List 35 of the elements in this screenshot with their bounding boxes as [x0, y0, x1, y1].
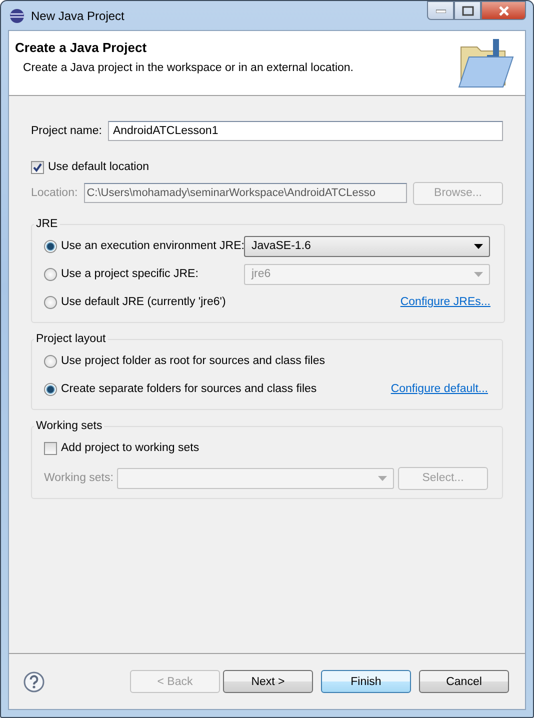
app-icon — [9, 8, 25, 24]
configure-link[interactable]: Configure JREs... — [400, 296, 490, 308]
page-description: Create a Java project in the workspace or in an external location. — [23, 62, 354, 74]
window-title: New Java Project — [31, 8, 124, 22]
dropdown-arrow-icon — [474, 272, 484, 276]
maximize-button[interactable] — [454, 1, 481, 20]
check-icon — [32, 162, 43, 172]
radio-option[interactable]: Use project folder as root for sources and class files — [44, 354, 325, 368]
folder-icon — [457, 37, 515, 89]
group-title: Working sets — [35, 420, 104, 432]
close-icon — [498, 6, 510, 16]
dropdown-arrow-icon — [474, 244, 484, 248]
configure-link[interactable]: Configure default... — [390, 383, 488, 395]
close-button[interactable] — [481, 1, 526, 20]
project-name-field[interactable]: AndroidATCLesson1 — [108, 121, 503, 141]
radio-option[interactable]: Use a project specific JRE: — [44, 268, 198, 280]
location-label: Location: — [31, 187, 78, 199]
help-icon[interactable] — [23, 670, 45, 692]
working-sets-label: Working sets: — [44, 472, 114, 484]
radio-option[interactable]: Use default JRE (currently 'jre6') — [44, 296, 226, 308]
project-name-label: Project name: — [31, 125, 102, 137]
minimize-button[interactable] — [427, 1, 454, 20]
group-title: Project layout — [35, 333, 107, 345]
page-title: Create a Java Project — [15, 40, 148, 55]
wizard-button[interactable]: Finish — [321, 670, 411, 693]
minimize-icon — [436, 8, 446, 12]
jre-dropdown[interactable]: JavaSE-1.6 — [244, 236, 490, 256]
wizard-button[interactable]: Cancel — [419, 670, 509, 693]
default-location-checkbox[interactable]: Use default location — [31, 160, 150, 174]
radio-option[interactable]: Use an execution environment JRE: — [44, 240, 244, 252]
radio-option[interactable]: Create separate folders for sources and class files — [44, 382, 317, 396]
wizard-button[interactable]: Next > — [223, 670, 313, 693]
group-title: JRE — [35, 218, 59, 230]
dropdown-arrow-icon — [378, 476, 387, 480]
maximize-icon — [462, 6, 474, 16]
